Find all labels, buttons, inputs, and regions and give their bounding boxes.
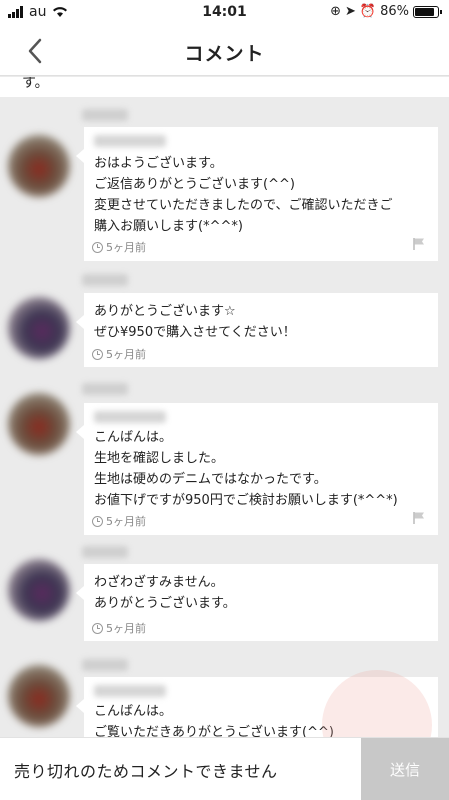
commenter-name: [82, 274, 128, 286]
comment-message: ありがとうございます☆ ぜひ¥950で購入させてください！: [94, 304, 296, 340]
alarm-icon: ⏰: [359, 4, 377, 19]
clock-icon: [92, 622, 103, 634]
comment-time-text: 5ヶ月前: [106, 348, 146, 361]
previous-comment-text: す。: [22, 77, 49, 91]
comment-time-text: 5ヶ月前: [106, 241, 146, 254]
previous-comment-tail: す。: [0, 77, 449, 97]
clock-icon: [92, 348, 103, 360]
clock-icon: [92, 241, 103, 253]
send-button[interactable]: 送信: [361, 738, 449, 800]
avatar[interactable]: [8, 665, 70, 727]
commenter-name: [82, 383, 128, 395]
battery-icon: [413, 5, 442, 18]
comment-time-text: 5ヶ月前: [106, 515, 146, 528]
comment-bubble: おはようございます。 ご返信ありがとうございます(^^) 変更させていただきまし…: [76, 127, 438, 261]
comment-list[interactable]: す。 おはようございます。 ご返信ありがとうございます(^^) 変更させていただ…: [0, 77, 449, 737]
location-icon: ➤: [345, 4, 356, 19]
comment-message: こんばんは。 生地を確認しました。 生地は硬めのデニムではなかったです。 お値下…: [94, 430, 398, 508]
comment-item: おはようございます。 ご返信ありがとうございます(^^) 変更させていただきまし…: [0, 99, 449, 269]
comment-time: 5ヶ月前: [92, 239, 146, 255]
avatar[interactable]: [8, 135, 70, 197]
comment-time: 5ヶ月前: [92, 513, 146, 529]
status-right: ⊕ ➤ ⏰ 86%: [330, 4, 442, 19]
page-title: コメント: [184, 43, 265, 65]
avatar[interactable]: [8, 297, 70, 359]
commenter-name: [82, 109, 128, 121]
orientation-lock-icon: ⊕: [330, 4, 341, 19]
comment-item: わざわざすみません。 ありがとうございます。 5ヶ月前: [0, 539, 449, 649]
comment-message: わざわざすみません。 ありがとうございます。: [94, 575, 236, 611]
reply-to-name: [94, 135, 166, 147]
report-flag-icon[interactable]: [412, 237, 426, 250]
comment-time: 5ヶ月前: [92, 620, 146, 636]
comment-time-text: 5ヶ月前: [106, 622, 146, 635]
commenter-name: [82, 659, 128, 671]
nav-bar: コメント: [0, 26, 449, 76]
battery-percent: 86%: [380, 4, 409, 19]
commenter-name: [82, 546, 128, 558]
comment-time: 5ヶ月前: [92, 346, 146, 362]
comment-input-bar: 売り切れのためコメントできません 送信: [0, 737, 449, 800]
comment-bubble: わざわざすみません。 ありがとうございます。 5ヶ月前: [76, 564, 438, 641]
comment-bubble: こんばんは。 生地を確認しました。 生地は硬めのデニムではなかったです。 お値下…: [76, 403, 438, 535]
clock-icon: [92, 515, 103, 527]
comment-bubble: ありがとうございます☆ ぜひ¥950で購入させてください！ 5ヶ月前: [76, 293, 438, 367]
comment-item: ありがとうございます☆ ぜひ¥950で購入させてください！ 5ヶ月前: [0, 269, 449, 384]
comment-message: おはようございます。 ご返信ありがとうございます(^^) 変更させていただきまし…: [94, 156, 393, 234]
comment-disabled-message: 売り切れのためコメントできません: [14, 762, 278, 781]
report-flag-icon[interactable]: [412, 511, 426, 524]
avatar[interactable]: [8, 559, 70, 621]
reply-to-name: [94, 685, 166, 697]
comment-item: こんばんは。 生地を確認しました。 生地は硬めのデニムではなかったです。 お値下…: [0, 379, 449, 539]
reply-to-name: [94, 411, 166, 423]
status-bar: au 14:01 ⊕ ➤ ⏰ 86%: [0, 0, 449, 26]
avatar[interactable]: [8, 393, 70, 455]
